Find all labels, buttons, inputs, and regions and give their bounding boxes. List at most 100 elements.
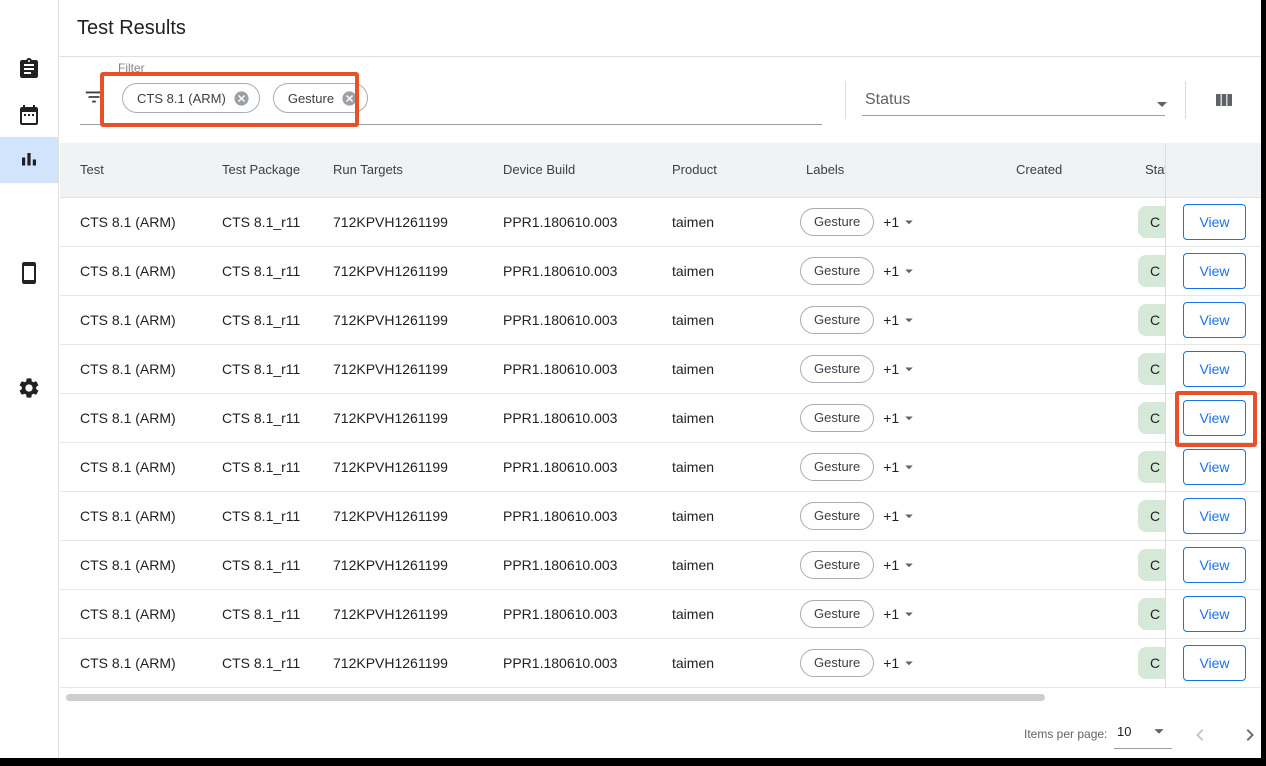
filter-chip-label: Gesture — [288, 91, 334, 106]
cell-labels: Gesture +1 — [800, 247, 918, 295]
status-chip: C — [1138, 647, 1165, 679]
cell-run-targets: 712KPVH1261199 — [333, 296, 448, 344]
cell-labels: Gesture +1 — [800, 443, 918, 491]
cell-run-targets: 712KPVH1261199 — [333, 247, 448, 295]
cell-device-build: PPR1.180610.003 — [503, 198, 617, 246]
more-labels-dropdown[interactable]: +1 — [883, 590, 918, 638]
cell-product: taimen — [672, 492, 714, 540]
test-results-icon — [17, 148, 41, 172]
chevron-right-icon[interactable] — [1238, 723, 1262, 747]
cell-labels: Gesture +1 — [800, 492, 918, 540]
cell-device-build: PPR1.180610.003 — [503, 639, 617, 687]
filter-list-icon[interactable] — [83, 86, 105, 108]
table-row: CTS 8.1 (ARM) CTS 8.1_r11 712KPVH1261199… — [60, 541, 1261, 590]
sidebar-item-test-results[interactable] — [0, 137, 58, 183]
cell-device-build: PPR1.180610.003 — [503, 296, 617, 344]
view-button[interactable]: View — [1183, 596, 1246, 632]
view-button[interactable]: View — [1183, 547, 1246, 583]
status-chip: C — [1138, 206, 1165, 238]
status-chip: C — [1138, 304, 1165, 336]
more-labels-dropdown[interactable]: +1 — [883, 443, 918, 491]
more-labels-dropdown[interactable]: +1 — [883, 296, 918, 344]
filter-chip-gesture[interactable]: Gesture — [273, 83, 368, 113]
cell-device-build: PPR1.180610.003 — [503, 541, 617, 589]
cell-test: CTS 8.1 (ARM) — [80, 541, 176, 589]
dropdown-arrow-icon — [900, 458, 918, 476]
chevron-left-icon[interactable] — [1188, 723, 1212, 747]
dropdown-arrow-icon — [900, 507, 918, 525]
items-per-page-label: Items per page: — [1024, 727, 1107, 741]
status-chip: C — [1138, 451, 1165, 483]
cell-run-targets: 712KPVH1261199 — [333, 345, 448, 393]
cancel-icon[interactable] — [233, 90, 250, 107]
cell-product: taimen — [672, 590, 714, 638]
cell-run-targets: 712KPVH1261199 — [333, 394, 448, 442]
view-button[interactable]: View — [1183, 253, 1246, 289]
cancel-icon[interactable] — [341, 90, 358, 107]
cell-status: C — [1138, 394, 1165, 442]
label-chip: Gesture — [800, 502, 874, 530]
schedule-icon — [17, 103, 41, 127]
column-header-run-targets: Run Targets — [333, 143, 403, 197]
sidebar-item-schedule[interactable] — [0, 92, 58, 138]
cell-test: CTS 8.1 (ARM) — [80, 492, 176, 540]
more-labels-dropdown[interactable]: +1 — [883, 394, 918, 442]
cell-product: taimen — [672, 198, 714, 246]
cell-labels: Gesture +1 — [800, 541, 918, 589]
column-header-test-package: Test Package — [222, 143, 300, 197]
cell-device-build: PPR1.180610.003 — [503, 247, 617, 295]
column-header-labels: Labels — [806, 143, 844, 197]
status-select-underline — [862, 115, 1165, 116]
view-button[interactable]: View — [1183, 204, 1246, 240]
more-labels-dropdown[interactable]: +1 — [883, 541, 918, 589]
cell-test: CTS 8.1 (ARM) — [80, 198, 176, 246]
cell-test-package: CTS 8.1_r11 — [222, 198, 300, 246]
more-labels-dropdown[interactable]: +1 — [883, 198, 918, 246]
sidebar — [0, 0, 59, 758]
more-labels-dropdown[interactable]: +1 — [883, 492, 918, 540]
sidebar-item-test-plans[interactable] — [0, 46, 58, 92]
column-settings-button[interactable] — [1212, 88, 1236, 112]
cell-status: C — [1138, 492, 1165, 540]
cell-test-package: CTS 8.1_r11 — [222, 345, 300, 393]
cell-test: CTS 8.1 (ARM) — [80, 296, 176, 344]
dropdown-arrow-icon[interactable] — [1148, 720, 1170, 742]
label-chip: Gesture — [800, 649, 874, 677]
table-row: CTS 8.1 (ARM) CTS 8.1_r11 712KPVH1261199… — [60, 394, 1261, 443]
status-chip: C — [1138, 353, 1165, 385]
horizontal-scrollbar[interactable] — [66, 694, 1045, 701]
dropdown-arrow-icon[interactable] — [1150, 92, 1174, 116]
cell-device-build: PPR1.180610.003 — [503, 394, 617, 442]
more-labels-dropdown[interactable]: +1 — [883, 639, 918, 687]
cell-product: taimen — [672, 296, 714, 344]
items-per-page-select[interactable]: 10 — [1117, 724, 1131, 739]
filter-chip-cts[interactable]: CTS 8.1 (ARM) — [122, 83, 260, 113]
cell-test-package: CTS 8.1_r11 — [222, 541, 300, 589]
table-row: CTS 8.1 (ARM) CTS 8.1_r11 712KPVH1261199… — [60, 296, 1261, 345]
view-button[interactable]: View — [1183, 302, 1246, 338]
label-chip: Gesture — [800, 404, 874, 432]
devices-icon — [17, 261, 41, 285]
status-chip: C — [1138, 549, 1165, 581]
cell-run-targets: 712KPVH1261199 — [333, 198, 448, 246]
cell-test: CTS 8.1 (ARM) — [80, 345, 176, 393]
settings-icon — [17, 376, 41, 400]
items-per-page-underline — [1114, 748, 1172, 749]
cell-status: C — [1138, 345, 1165, 393]
more-labels-dropdown[interactable]: +1 — [883, 345, 918, 393]
view-button[interactable]: View — [1183, 351, 1246, 387]
cell-test-package: CTS 8.1_r11 — [222, 443, 300, 491]
status-filter-select[interactable]: Status — [865, 87, 1222, 117]
view-button[interactable]: View — [1183, 449, 1246, 485]
more-labels-dropdown[interactable]: +1 — [883, 247, 918, 295]
cell-test-package: CTS 8.1_r11 — [222, 296, 300, 344]
view-button[interactable]: View — [1183, 645, 1246, 681]
filter-input-underline[interactable] — [80, 124, 822, 125]
view-button[interactable]: View — [1183, 498, 1246, 534]
view-button[interactable]: View — [1183, 400, 1246, 436]
sidebar-item-devices[interactable] — [0, 250, 58, 296]
sidebar-item-settings[interactable] — [0, 365, 58, 411]
cell-status: C — [1138, 590, 1165, 638]
cell-run-targets: 712KPVH1261199 — [333, 541, 448, 589]
page-title: Test Results — [77, 0, 186, 57]
